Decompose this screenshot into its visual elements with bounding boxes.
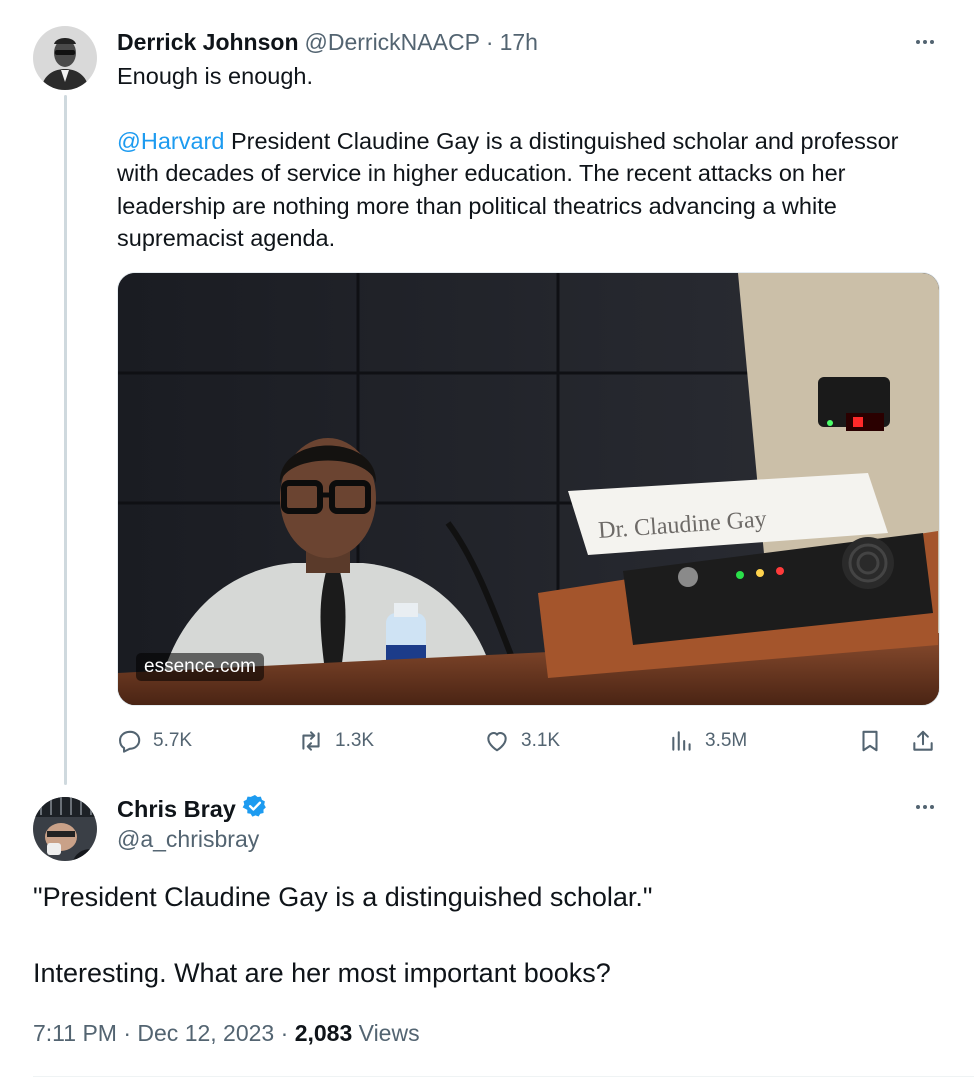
tweet-paragraph: @Harvard President Claudine Gay is a dis…: [117, 125, 942, 255]
views-count[interactable]: 2,083: [295, 1020, 353, 1046]
author-row: Chris Bray: [117, 794, 268, 824]
reply-button[interactable]: 5.7K: [117, 722, 192, 760]
views-button[interactable]: 3.5M: [669, 722, 747, 760]
retweet-icon: [297, 728, 325, 754]
reply-count: 5.7K: [153, 730, 193, 751]
timestamp[interactable]: 17h: [500, 29, 538, 56]
tweet-quote-line: "President Claudine Gay is a distinguish…: [33, 882, 653, 912]
thread-connector-line: [64, 95, 67, 785]
post-date[interactable]: Dec 12, 2023: [137, 1020, 274, 1046]
heart-icon: [483, 728, 511, 754]
avatar[interactable]: [33, 797, 97, 861]
more-icon[interactable]: [910, 797, 940, 817]
mention-link[interactable]: @Harvard: [117, 128, 224, 154]
share-button[interactable]: [910, 722, 936, 760]
tweet-media-image[interactable]: Dr. Claudine Gay essence.com: [117, 272, 940, 706]
views-label: Views: [358, 1020, 420, 1046]
author-handle[interactable]: @DerrickNAACP: [305, 29, 480, 56]
tweet-header: Derrick Johnson @DerrickNAACP · 17h: [117, 26, 538, 58]
analytics-icon: [669, 728, 695, 754]
divider: [33, 1076, 974, 1077]
tweet-line: Enough is enough.: [117, 63, 313, 89]
bookmark-button[interactable]: [857, 722, 883, 760]
view-count: 3.5M: [705, 730, 748, 751]
reply-icon: [117, 728, 143, 754]
verified-badge-icon[interactable]: [242, 793, 268, 825]
separator-dot: ·: [123, 1020, 132, 1046]
share-icon: [910, 728, 936, 754]
separator-dot: ·: [485, 28, 494, 55]
tweet-question-line: Interesting. What are her most important…: [33, 958, 611, 988]
more-icon[interactable]: [910, 32, 940, 52]
retweet-count: 1.3K: [335, 730, 375, 751]
tweet-text: Enough is enough. @Harvard President Cla…: [117, 60, 942, 255]
post-time[interactable]: 7:11 PM: [33, 1020, 117, 1046]
like-button[interactable]: 3.1K: [483, 722, 560, 760]
author-name[interactable]: Derrick Johnson: [117, 29, 299, 56]
tweet-action-bar: 5.7K 1.3K 3.1K 3.5M: [117, 722, 942, 760]
bookmark-icon: [857, 728, 883, 754]
avatar[interactable]: [33, 26, 97, 90]
media-source-label[interactable]: essence.com: [136, 653, 264, 681]
author-name[interactable]: Chris Bray: [117, 796, 236, 823]
tweet-text: "President Claudine Gay is a distinguish…: [33, 878, 933, 992]
like-count: 3.1K: [521, 730, 561, 751]
tweet-body: President Claudine Gay is a distinguishe…: [117, 127, 899, 252]
tweet-metadata: 7:11 PM · Dec 12, 2023 · 2,083 Views: [33, 1020, 420, 1047]
retweet-button[interactable]: 1.3K: [297, 722, 374, 760]
separator-dot: ·: [280, 1020, 289, 1046]
author-handle[interactable]: @a_chrisbray: [117, 826, 259, 853]
